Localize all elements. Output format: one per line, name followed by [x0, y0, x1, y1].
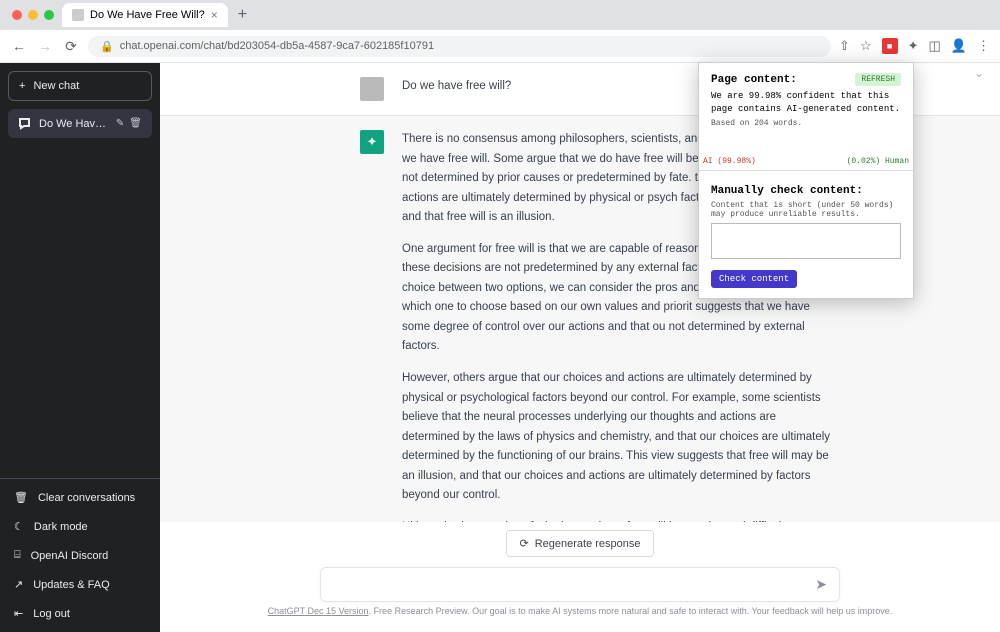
chat-icon [18, 117, 31, 130]
refresh-icon: ⟳ [519, 537, 528, 550]
refresh-button[interactable]: REFRESH [855, 73, 901, 86]
external-icon: ↗ [14, 578, 23, 591]
new-chat-label: New chat [33, 80, 79, 92]
check-content-button[interactable]: Check content [711, 270, 797, 288]
reload-icon[interactable]: ⟳ [62, 38, 80, 55]
confidence-bar [699, 138, 913, 156]
moon-icon: ☾ [14, 520, 24, 533]
message-input-container: ➤ [320, 567, 840, 602]
send-icon[interactable]: ➤ [815, 576, 827, 593]
menu-icon[interactable]: ⋮ [977, 38, 990, 54]
delete-icon[interactable]: 🗑 [129, 118, 142, 129]
human-percent-label: (0.02%) Human [847, 157, 909, 166]
version-link[interactable]: ChatGPT Dec 15 Version [268, 606, 369, 616]
extensions-icon[interactable]: ✦ [908, 38, 919, 54]
manual-check-hint: Content that is short (under 50 words) m… [711, 201, 901, 219]
tab-favicon [72, 9, 84, 21]
tab-close-icon[interactable]: × [211, 8, 218, 22]
url-text: chat.openai.com/chat/bd203054-db5a-4587-… [120, 40, 434, 52]
logout-button[interactable]: ⇤Log out [0, 599, 160, 628]
back-icon[interactable]: ← [10, 38, 28, 54]
chevron-down-icon[interactable]: ⌄ [974, 66, 984, 80]
confidence-text: We are 99.98% confident that this page c… [711, 90, 901, 115]
assistant-avatar: ✦ [360, 130, 384, 154]
extension-detector-icon[interactable]: ■ [882, 38, 898, 54]
browser-tab[interactable]: Do We Have Free Will? × [62, 3, 228, 27]
sidebar-toggle-icon[interactable]: ◫ [929, 38, 941, 54]
star-icon[interactable]: ☆ [860, 38, 872, 54]
new-chat-button[interactable]: + New chat [8, 71, 152, 101]
conversation-title: Do We Have Free Wil [39, 118, 108, 130]
manual-check-title: Manually check content: [711, 185, 901, 197]
popup-title: Page content: [711, 74, 797, 86]
profile-icon[interactable]: 👤 [951, 38, 967, 54]
conversation-item[interactable]: Do We Have Free Wil ✎ 🗑 [8, 109, 152, 138]
tab-title: Do We Have Free Will? [90, 9, 205, 21]
message-input[interactable] [333, 578, 815, 592]
ai-detector-popup: Page content: REFRESH We are 99.98% conf… [698, 62, 914, 299]
discord-button[interactable]: ⌸OpenAI Discord [0, 541, 160, 570]
share-icon[interactable]: ⇧ [839, 38, 850, 54]
new-tab-button[interactable]: + [228, 6, 257, 24]
dark-mode-button[interactable]: ☾Dark mode [0, 512, 160, 541]
trash-icon: 🗑 [14, 491, 28, 504]
lock-icon: 🔒 [100, 40, 114, 53]
manual-check-textarea[interactable] [711, 223, 901, 259]
logout-icon: ⇤ [14, 607, 23, 620]
edit-icon[interactable]: ✎ [116, 118, 124, 129]
clear-conversations-button[interactable]: 🗑Clear conversations [0, 483, 160, 512]
footer-text: ChatGPT Dec 15 Version. Free Research Pr… [160, 606, 1000, 622]
sidebar: + New chat Do We Have Free Wil ✎ 🗑 🗑Clea… [0, 63, 160, 632]
updates-faq-button[interactable]: ↗Updates & FAQ [0, 570, 160, 599]
address-bar[interactable]: 🔒 chat.openai.com/chat/bd203054-db5a-458… [88, 36, 831, 57]
word-count-text: Based on 204 words. [711, 119, 901, 128]
discord-icon: ⌸ [14, 549, 21, 562]
window-controls[interactable] [8, 10, 62, 20]
ai-percent-label: AI (99.98%) [703, 157, 756, 166]
user-message: Do we have free will? [402, 77, 511, 101]
user-avatar [360, 77, 384, 101]
forward-icon[interactable]: → [36, 38, 54, 54]
plus-icon: + [19, 80, 25, 92]
regenerate-button[interactable]: ⟳ Regenerate response [506, 530, 653, 557]
